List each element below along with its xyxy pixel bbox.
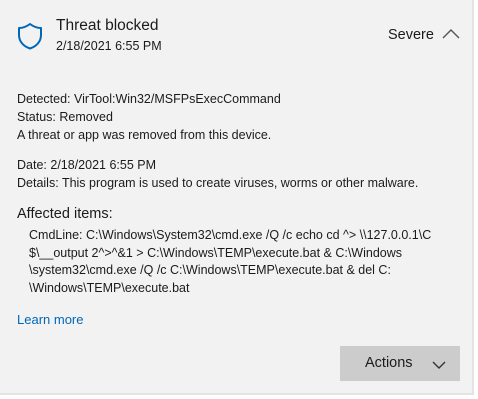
details-label: Details:	[17, 176, 59, 190]
threat-title: Threat blocked	[56, 17, 159, 34]
chevron-up-icon[interactable]	[440, 26, 462, 42]
threat-timestamp: 2/18/2021 6:55 PM	[56, 39, 162, 53]
detected-row: Detected: VirTool:Win32/MSFPsExecCommand	[17, 92, 281, 106]
affected-items-title: Affected items:	[17, 206, 113, 222]
cmdline-line: \system32\cmd.exe /Q /c C:\Windows\TEMP\…	[29, 263, 391, 277]
learn-more-link[interactable]: Learn more	[17, 312, 83, 327]
status-message: A threat or app was removed from this de…	[17, 128, 272, 142]
actions-button[interactable]: Actions	[340, 346, 460, 381]
severity-label: Severe	[388, 27, 434, 43]
date-value: 2/18/2021 6:55 PM	[50, 158, 157, 172]
cmdline-line: CmdLine: C:\Windows\System32\cmd.exe /Q …	[29, 228, 432, 242]
shield-icon	[17, 22, 43, 50]
date-row: Date: 2/18/2021 6:55 PM	[17, 158, 156, 172]
detected-value: VirTool:Win32/MSFPsExecCommand	[74, 92, 281, 106]
cmdline-line: $\__output 2^>^&1 > C:\Windows\TEMP\exec…	[29, 245, 403, 260]
status-row: Status: Removed	[17, 110, 113, 124]
status-label: Status:	[17, 110, 56, 124]
detected-label: Detected:	[17, 92, 71, 106]
threat-header[interactable]: Threat blocked 2/18/2021 6:55 PM Severe	[0, 0, 474, 62]
details-value: This program is used to create viruses, …	[61, 176, 419, 190]
actions-label: Actions	[365, 355, 413, 371]
affected-items-cmdline: CmdLine: C:\Windows\System32\cmd.exe /Q …	[29, 227, 449, 297]
threat-card: Threat blocked 2/18/2021 6:55 PM Severe …	[0, 0, 474, 395]
details-row: Details: This program is used to create …	[17, 176, 418, 190]
date-label: Date:	[17, 158, 47, 172]
cmdline-line: \Windows\TEMP\execute.bat	[29, 280, 190, 295]
chevron-down-icon	[431, 358, 447, 369]
status-value: Removed	[59, 110, 113, 124]
